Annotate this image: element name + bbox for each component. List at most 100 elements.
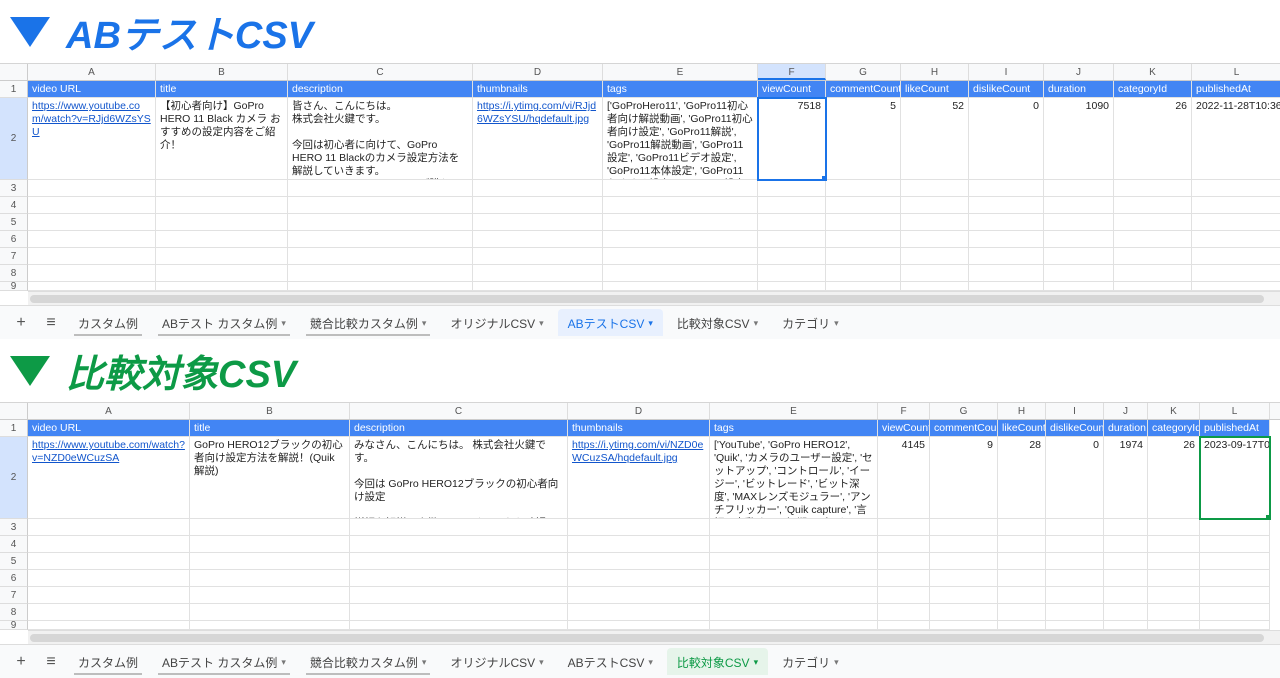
cell[interactable] [1200, 553, 1270, 570]
field-header[interactable]: video URL [28, 81, 156, 98]
field-header[interactable]: description [350, 420, 568, 437]
cell[interactable] [1044, 282, 1114, 291]
cell[interactable] [1044, 231, 1114, 248]
cell[interactable] [998, 536, 1046, 553]
cell[interactable] [350, 570, 568, 587]
cell[interactable] [190, 587, 350, 604]
column-header[interactable]: H [901, 64, 969, 80]
row-number[interactable]: 7 [0, 587, 28, 604]
cell[interactable] [901, 180, 969, 197]
cell[interactable] [826, 231, 901, 248]
thumbnail-link[interactable]: https://i.ytimg.com/vi/RJjd6WZsYSU/hqdef… [477, 100, 596, 125]
cell[interactable] [1192, 231, 1280, 248]
row-number[interactable]: 9 [0, 621, 28, 630]
cell[interactable] [1104, 536, 1148, 553]
cell[interactable] [1104, 553, 1148, 570]
cell[interactable] [1104, 570, 1148, 587]
cell[interactable] [603, 282, 758, 291]
cell[interactable] [930, 519, 998, 536]
cell[interactable] [603, 231, 758, 248]
cell[interactable]: 28 [998, 437, 1046, 519]
cell[interactable] [1044, 197, 1114, 214]
cell[interactable]: 26 [1114, 98, 1192, 180]
column-header[interactable]: B [190, 403, 350, 419]
cell[interactable] [28, 587, 190, 604]
cell[interactable] [1148, 621, 1200, 630]
cell[interactable] [878, 536, 930, 553]
cell[interactable]: 26 [1148, 437, 1200, 519]
cell[interactable] [1148, 536, 1200, 553]
sheet-tab[interactable]: カスタム例 [68, 648, 148, 675]
row-number[interactable]: 7 [0, 248, 28, 265]
cell[interactable] [28, 282, 156, 291]
column-header[interactable]: G [930, 403, 998, 419]
sheet-tab[interactable]: カスタム例 [68, 309, 148, 336]
cell[interactable] [878, 519, 930, 536]
cell[interactable] [969, 265, 1044, 282]
row-number[interactable]: 5 [0, 553, 28, 570]
cell[interactable] [28, 553, 190, 570]
cell[interactable] [930, 621, 998, 630]
cell[interactable] [878, 553, 930, 570]
column-header[interactable]: L [1192, 64, 1280, 80]
cell[interactable] [1104, 519, 1148, 536]
cell[interactable] [190, 519, 350, 536]
sheet-tab[interactable]: ABテスト カスタム例▾ [152, 309, 296, 336]
chevron-down-icon[interactable]: ▾ [648, 657, 653, 668]
row-number[interactable]: 5 [0, 214, 28, 231]
sheet-tab[interactable]: オリジナルCSV▾ [440, 309, 553, 336]
cell[interactable] [930, 570, 998, 587]
column-header[interactable]: I [969, 64, 1044, 80]
column-header[interactable]: E [603, 64, 758, 80]
column-header[interactable]: F [758, 64, 826, 80]
cell[interactable]: https://i.ytimg.com/vi/NZD0eWCuzSA/hqdef… [568, 437, 710, 519]
field-header[interactable]: likeCount [998, 420, 1046, 437]
cell[interactable] [758, 282, 826, 291]
column-header[interactable]: E [710, 403, 878, 419]
cell[interactable] [878, 604, 930, 621]
cell[interactable] [190, 570, 350, 587]
cell[interactable] [190, 553, 350, 570]
cell[interactable] [1046, 536, 1104, 553]
cell[interactable] [28, 248, 156, 265]
field-header[interactable]: publishedAt [1192, 81, 1280, 98]
field-header[interactable]: thumbnails [473, 81, 603, 98]
column-header[interactable]: J [1104, 403, 1148, 419]
cell[interactable] [568, 570, 710, 587]
chevron-down-icon[interactable]: ▾ [834, 318, 839, 329]
cell[interactable] [1044, 214, 1114, 231]
cell[interactable] [826, 265, 901, 282]
chevron-down-icon[interactable]: ▾ [539, 318, 544, 329]
cell[interactable] [1192, 282, 1280, 291]
field-header[interactable]: likeCount [901, 81, 969, 98]
cell[interactable] [350, 621, 568, 630]
column-header[interactable]: J [1044, 64, 1114, 80]
cell[interactable] [1200, 519, 1270, 536]
row-number[interactable]: 3 [0, 180, 28, 197]
cell[interactable] [710, 536, 878, 553]
row-number[interactable]: 1 [0, 81, 28, 98]
cell[interactable] [901, 265, 969, 282]
sheet-tab[interactable]: 比較対象CSV▾ [667, 648, 768, 675]
cell[interactable] [758, 265, 826, 282]
cell[interactable] [568, 536, 710, 553]
cell[interactable] [998, 621, 1046, 630]
row-number[interactable]: 4 [0, 197, 28, 214]
cell[interactable] [969, 248, 1044, 265]
sheet-tab[interactable]: 競合比較カスタム例▾ [300, 648, 437, 675]
cell[interactable] [350, 553, 568, 570]
cell[interactable] [1046, 587, 1104, 604]
sheet-tab[interactable]: 競合比較カスタム例▾ [300, 309, 437, 336]
cell[interactable] [826, 180, 901, 197]
cell[interactable] [473, 282, 603, 291]
cell[interactable] [969, 282, 1044, 291]
cell[interactable]: 52 [901, 98, 969, 180]
cell[interactable] [350, 519, 568, 536]
cell[interactable] [930, 536, 998, 553]
cell[interactable] [156, 282, 288, 291]
chevron-down-icon[interactable]: ▾ [834, 657, 839, 668]
cell[interactable]: 【初心者向け】GoPro HERO 11 Black カメラ おすすめの設定内容… [156, 98, 288, 180]
chevron-down-icon[interactable]: ▾ [539, 657, 544, 668]
sheet-tab[interactable]: ABテストCSV▾ [558, 309, 663, 336]
column-header[interactable]: D [568, 403, 710, 419]
